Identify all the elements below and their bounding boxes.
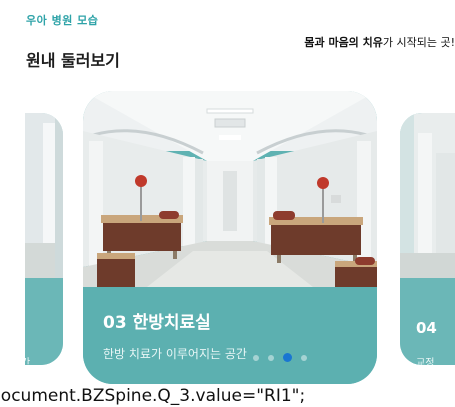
pagination-dot[interactable] <box>253 354 259 361</box>
slide-photo-prev <box>25 113 63 278</box>
slide-prev[interactable]: 간 <box>25 113 63 365</box>
slide-prev-subtitle: 간 <box>25 358 31 365</box>
slide-active[interactable]: 03 한방치료실 한방 치료가 이루어지는 공간 <box>83 91 377 384</box>
tagline-strong: 몸과 마음의 치유 <box>304 36 383 49</box>
slide-title: 03 한방치료실 <box>103 313 211 333</box>
pagination-dot[interactable] <box>268 354 274 361</box>
tagline-rest: 가 시작되는 곳! <box>382 36 455 49</box>
section-title: 원내 둘러보기 <box>26 51 120 70</box>
pagination-dot-active[interactable] <box>283 353 292 362</box>
gallery-slider[interactable]: 간 03 한방치료실 한방 치료가 이루어지는 공간 04 교정 <box>0 88 455 384</box>
slide-subtitle: 한방 치료가 이루어지는 공간 <box>103 347 247 361</box>
slide-next-subtitle: 교정 <box>416 358 435 365</box>
slide-next-number: 04 <box>416 319 437 337</box>
slide-photo-treatment-room <box>83 91 377 287</box>
slider-pagination <box>253 353 307 362</box>
slide-next[interactable]: 04 교정 <box>400 113 455 365</box>
pagination-dot[interactable] <box>301 354 307 361</box>
slide-photo-next <box>400 113 455 278</box>
page-script-text: document.BZSpine.Q_3.value="RI1"; <box>0 386 306 406</box>
section-eyebrow: 우아 병원 모습 <box>26 14 99 27</box>
section-tagline: 몸과 마음의 치유가 시작되는 곳! <box>304 34 455 50</box>
